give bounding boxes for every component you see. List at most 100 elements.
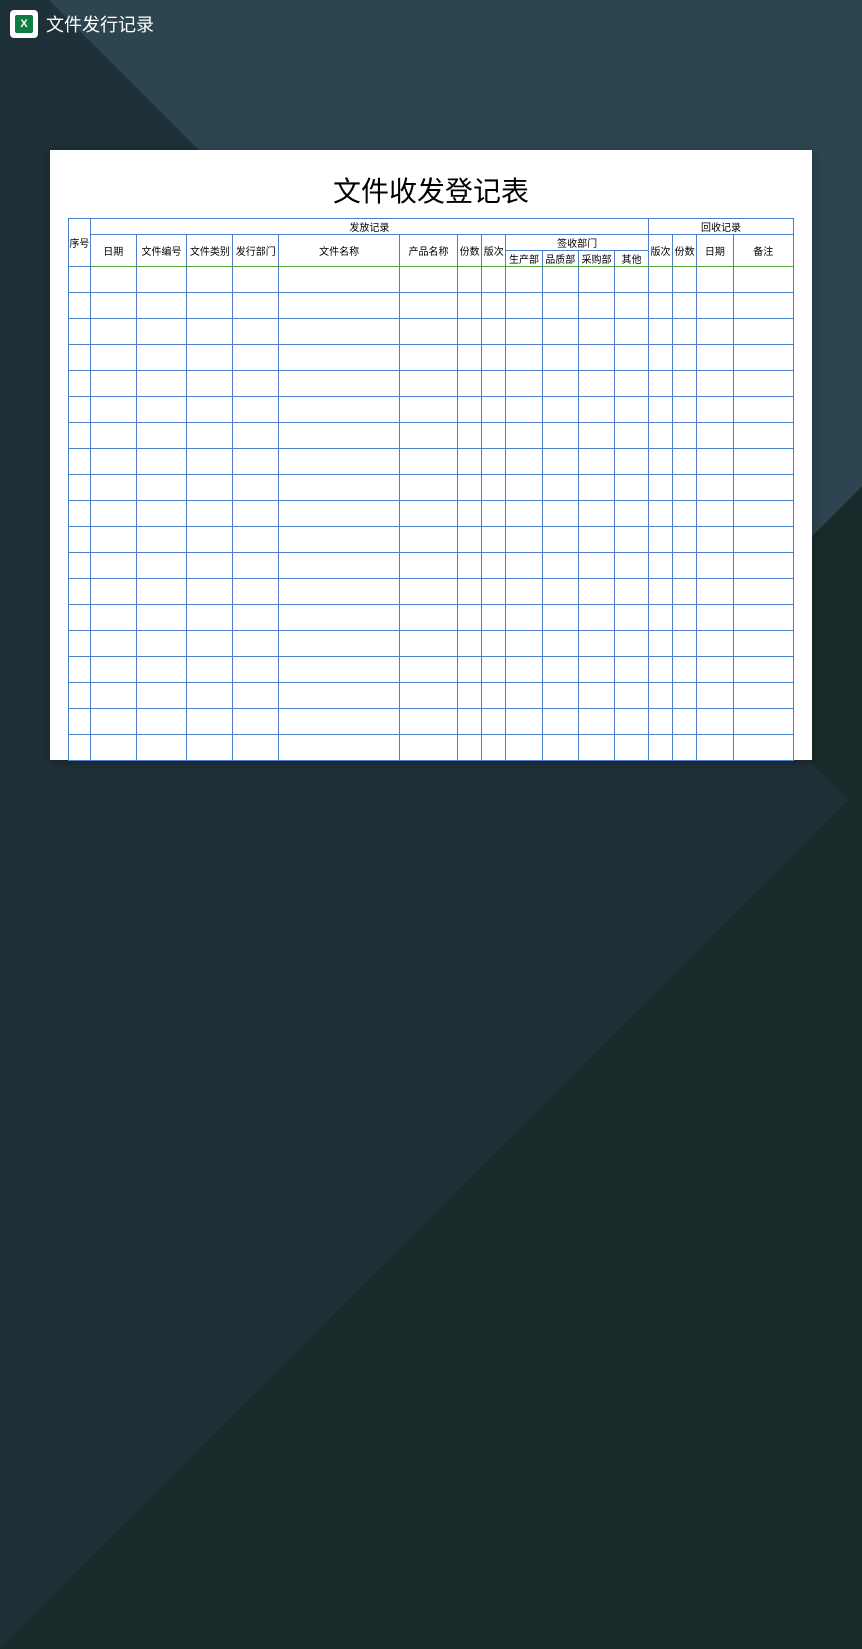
table-cell <box>615 267 649 293</box>
table-cell <box>648 735 672 761</box>
table-cell <box>578 735 614 761</box>
table-cell <box>400 423 458 449</box>
table-cell <box>187 267 233 293</box>
table-cell <box>673 709 697 735</box>
table-row <box>69 267 794 293</box>
table-cell <box>482 579 506 605</box>
table-cell <box>400 267 458 293</box>
table-cell <box>90 319 136 345</box>
table-row <box>69 605 794 631</box>
table-cell <box>90 267 136 293</box>
table-cell <box>69 319 91 345</box>
table-cell <box>482 605 506 631</box>
table-cell <box>458 579 482 605</box>
table-cell <box>648 423 672 449</box>
table-cell <box>482 345 506 371</box>
table-cell <box>615 475 649 501</box>
table-cell <box>697 371 733 397</box>
table-cell <box>506 267 542 293</box>
table-cell <box>733 553 794 579</box>
table-cell <box>615 345 649 371</box>
col-dept-prod: 生产部 <box>506 251 542 267</box>
table-cell <box>697 527 733 553</box>
table-cell <box>697 501 733 527</box>
table-cell <box>233 657 279 683</box>
table-cell <box>90 657 136 683</box>
table-cell <box>90 501 136 527</box>
table-cell <box>233 293 279 319</box>
table-cell <box>482 371 506 397</box>
table-cell <box>136 735 187 761</box>
table-cell <box>542 605 578 631</box>
table-cell <box>400 475 458 501</box>
col-prodname: 产品名称 <box>400 235 458 267</box>
table-cell <box>458 423 482 449</box>
table-cell <box>458 475 482 501</box>
section-issue: 发放记录 <box>90 219 648 235</box>
table-cell <box>542 657 578 683</box>
table-cell <box>697 709 733 735</box>
table-cell <box>648 683 672 709</box>
table-cell <box>400 371 458 397</box>
table-cell <box>482 709 506 735</box>
table-cell <box>615 371 649 397</box>
table-cell <box>542 735 578 761</box>
table-row <box>69 735 794 761</box>
table-cell <box>697 579 733 605</box>
table-cell <box>542 527 578 553</box>
table-cell <box>233 371 279 397</box>
table-cell <box>697 475 733 501</box>
table-cell <box>482 527 506 553</box>
table-cell <box>615 709 649 735</box>
table-cell <box>615 657 649 683</box>
table-cell <box>279 605 400 631</box>
table-cell <box>648 345 672 371</box>
table-cell <box>578 293 614 319</box>
table-cell <box>90 579 136 605</box>
table-cell <box>648 527 672 553</box>
table-cell <box>187 735 233 761</box>
table-cell <box>673 397 697 423</box>
table-cell <box>136 709 187 735</box>
table-cell <box>673 345 697 371</box>
table-cell <box>187 683 233 709</box>
table-cell <box>187 527 233 553</box>
table-cell <box>233 683 279 709</box>
table-cell <box>90 423 136 449</box>
table-cell <box>279 683 400 709</box>
table-cell <box>90 397 136 423</box>
header-title: 文件发行记录 <box>46 11 154 37</box>
table-cell <box>482 293 506 319</box>
table-cell <box>648 605 672 631</box>
table-cell <box>279 423 400 449</box>
table-cell <box>578 475 614 501</box>
table-cell <box>279 267 400 293</box>
table-cell <box>542 345 578 371</box>
table-cell <box>673 501 697 527</box>
col-dept-other: 其他 <box>615 251 649 267</box>
table-cell <box>187 449 233 475</box>
table-cell <box>615 397 649 423</box>
table-row <box>69 631 794 657</box>
table-row <box>69 371 794 397</box>
table-cell <box>482 475 506 501</box>
table-cell <box>482 423 506 449</box>
table-row <box>69 553 794 579</box>
table-cell <box>458 397 482 423</box>
table-cell <box>697 449 733 475</box>
table-cell <box>458 345 482 371</box>
table-cell <box>733 319 794 345</box>
table-cell <box>506 397 542 423</box>
table-cell <box>578 449 614 475</box>
table-cell <box>400 501 458 527</box>
table-cell <box>697 397 733 423</box>
table-cell <box>136 293 187 319</box>
table-cell <box>69 709 91 735</box>
table-cell <box>733 293 794 319</box>
table-cell <box>733 371 794 397</box>
table-cell <box>233 345 279 371</box>
table-cell <box>733 605 794 631</box>
table-cell <box>69 423 91 449</box>
table-cell <box>458 371 482 397</box>
table-cell <box>697 345 733 371</box>
